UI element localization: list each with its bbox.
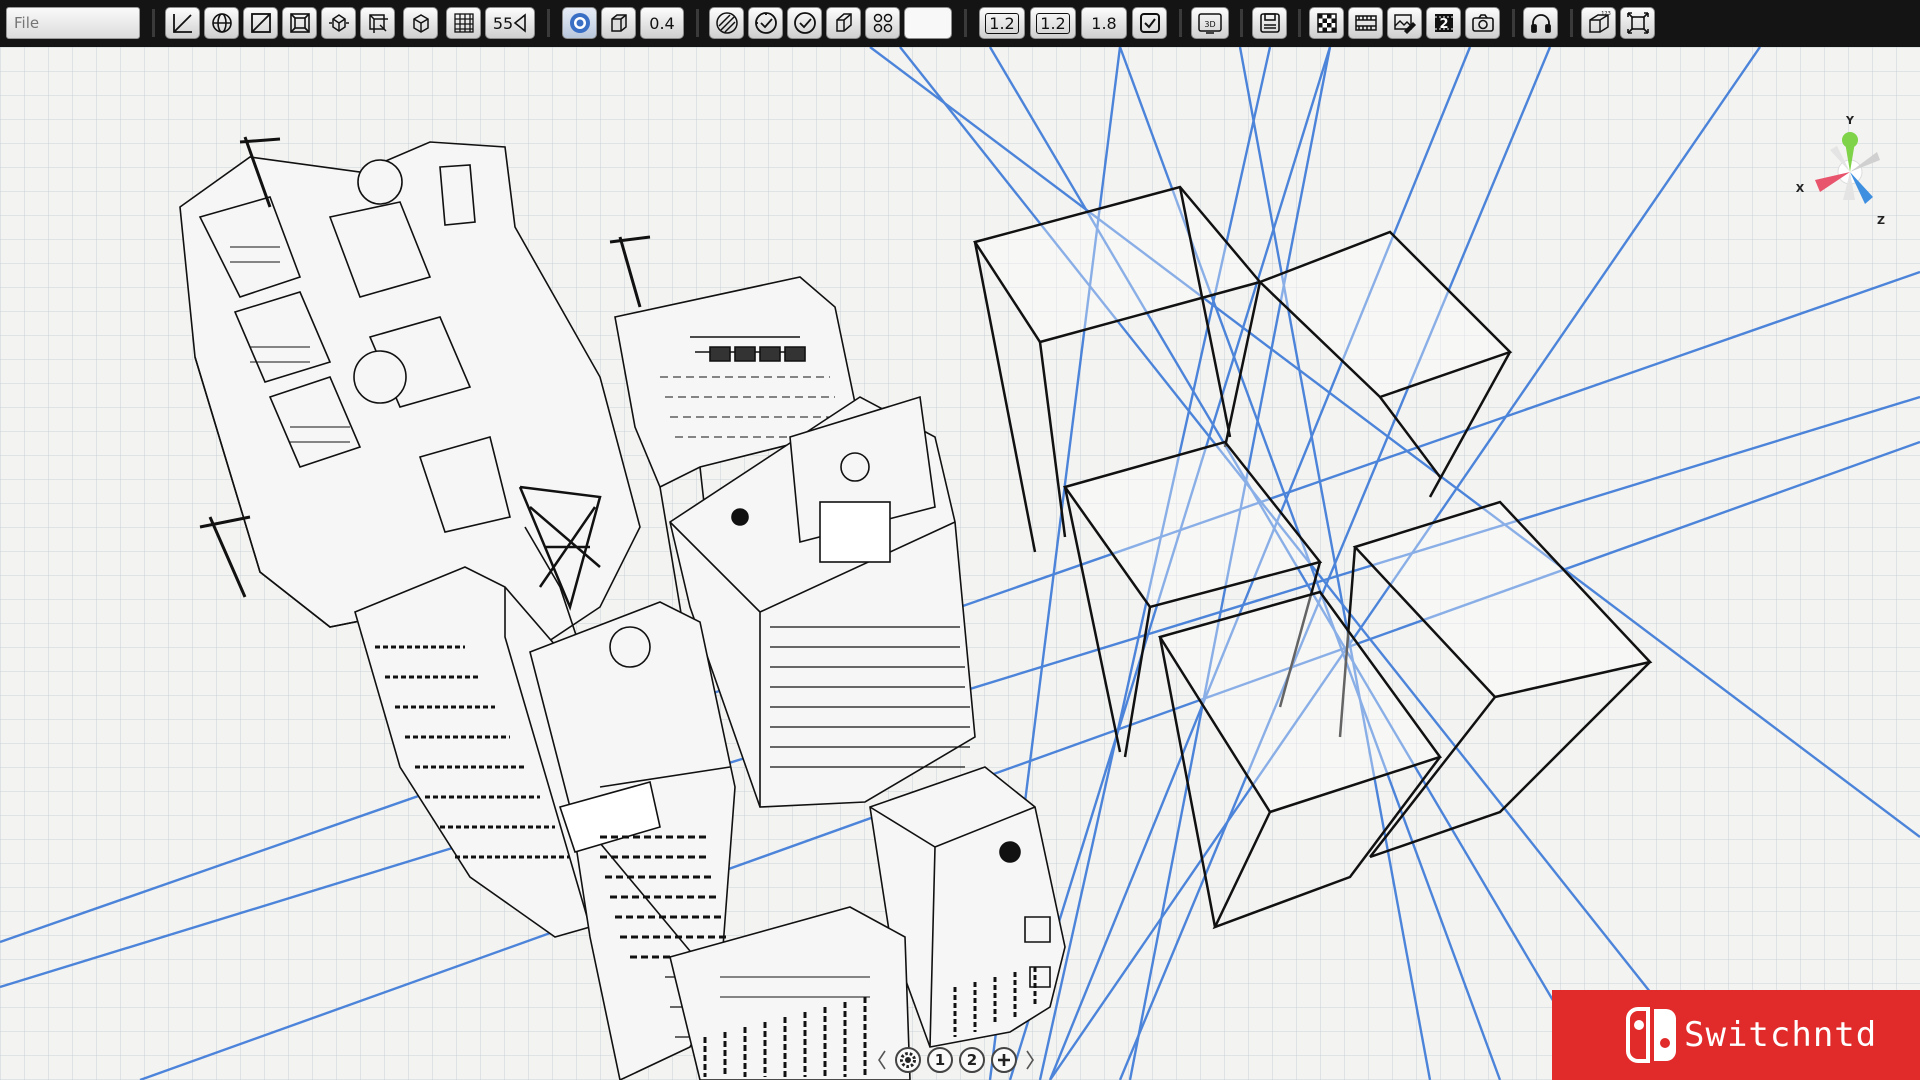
camera-icon[interactable] xyxy=(1465,7,1500,39)
toolbar-separator xyxy=(152,9,155,37)
solid-box-icon[interactable] xyxy=(601,7,636,39)
layer-2-label: 2 xyxy=(1439,17,1448,32)
watermark-text: Switchntd xyxy=(1684,1015,1878,1055)
save-disk-icon[interactable] xyxy=(1252,7,1287,39)
line-weight-1-field[interactable]: 1.2 xyxy=(979,7,1025,39)
fit-view-icon[interactable] xyxy=(1620,7,1655,39)
scene-canvas xyxy=(0,47,1920,1080)
toolbar-separator xyxy=(1179,9,1182,37)
checker-texture-icon[interactable] xyxy=(1309,7,1344,39)
wireframe-cube-icon[interactable] xyxy=(403,7,438,39)
page-2-button[interactable]: 2 xyxy=(959,1047,985,1073)
check-clock-icon[interactable] xyxy=(748,7,783,39)
transform-cube-icon[interactable] xyxy=(321,7,356,39)
toolbar-separator xyxy=(547,9,550,37)
image-edit-icon[interactable] xyxy=(1387,7,1422,39)
grid-toggle-icon[interactable] xyxy=(446,7,481,39)
page-1-button[interactable]: 1 xyxy=(927,1047,953,1073)
file-search-input[interactable] xyxy=(6,7,140,39)
toolbar-separator xyxy=(696,9,699,37)
toolbar-separator xyxy=(1570,9,1573,37)
toolbar-separator xyxy=(964,9,967,37)
view-3d-button[interactable]: 3D xyxy=(1191,7,1229,39)
watermark-banner: Switchntd xyxy=(1552,990,1920,1080)
check-circle-icon[interactable] xyxy=(787,7,822,39)
view-3d-label: 3D xyxy=(1204,20,1215,29)
line-weight-3: 1.8 xyxy=(1091,13,1117,33)
shape-panel-icon[interactable] xyxy=(826,7,861,39)
line-weight-2: 1.2 xyxy=(1036,12,1070,34)
page-2-label: 2 xyxy=(966,1051,978,1069)
numbered-cube-button[interactable]: 123 xyxy=(1581,7,1616,39)
confirm-check-icon[interactable] xyxy=(1132,7,1167,39)
numbered-cube-icon: 123 xyxy=(1588,11,1611,33)
top-toolbar: 55 0.4 1.2 1.2 1.8 3D xyxy=(0,0,1920,48)
hatched-ball-icon[interactable] xyxy=(709,7,744,39)
toolbar-separator xyxy=(1298,9,1301,37)
line-weight-2-field[interactable]: 1.2 xyxy=(1030,7,1076,39)
3d-viewport[interactable]: Y X Z xyxy=(0,47,1920,1080)
y-axis-tip xyxy=(1842,132,1858,148)
monitor-3d-icon: 3D xyxy=(1198,13,1222,34)
filmstrip-icon[interactable] xyxy=(1348,7,1383,39)
numbered-cube-label: 123 xyxy=(1601,11,1611,17)
sphere-guide-icon[interactable] xyxy=(204,7,239,39)
layer-2-button[interactable]: 2 xyxy=(1426,7,1461,39)
camera-cone-icon xyxy=(513,13,526,33)
ruler-tool-icon[interactable] xyxy=(165,7,200,39)
x-axis-label: X xyxy=(1796,182,1805,195)
next-page-arrow-icon[interactable] xyxy=(1023,1047,1037,1073)
axis-gizmo[interactable]: Y X Z xyxy=(1785,112,1915,232)
numbered-frame-icon: 2 xyxy=(1434,14,1453,32)
opacity-value: 0.4 xyxy=(649,13,675,33)
switch-logo-icon xyxy=(1626,1007,1676,1063)
dot-grid-icon[interactable] xyxy=(865,7,900,39)
toolbar-separator xyxy=(1512,9,1515,37)
box-select-icon[interactable] xyxy=(282,7,317,39)
perspective-value: 55 xyxy=(492,13,514,33)
move-cube-icon[interactable] xyxy=(360,7,395,39)
line-weight-3-field[interactable]: 1.8 xyxy=(1081,7,1127,39)
page-navigation: 1 2 xyxy=(875,1045,1050,1075)
page-1-label: 1 xyxy=(934,1051,946,1069)
y-axis-label: Y xyxy=(1845,114,1855,127)
prev-page-arrow-icon[interactable] xyxy=(875,1047,889,1073)
toolbar-separator xyxy=(1240,9,1243,37)
perspective-camera-button[interactable]: 55 xyxy=(485,7,535,39)
slope-ruler-icon[interactable] xyxy=(243,7,278,39)
z-axis-label: Z xyxy=(1877,214,1885,227)
opacity-field[interactable]: 0.4 xyxy=(640,7,684,39)
headphones-icon[interactable] xyxy=(1523,7,1558,39)
page-settings-gear-icon[interactable] xyxy=(895,1047,921,1073)
color-swatch[interactable] xyxy=(904,7,952,39)
target-view-icon[interactable] xyxy=(562,7,597,39)
add-page-plus-icon[interactable] xyxy=(991,1047,1017,1073)
line-weight-1: 1.2 xyxy=(985,12,1019,34)
